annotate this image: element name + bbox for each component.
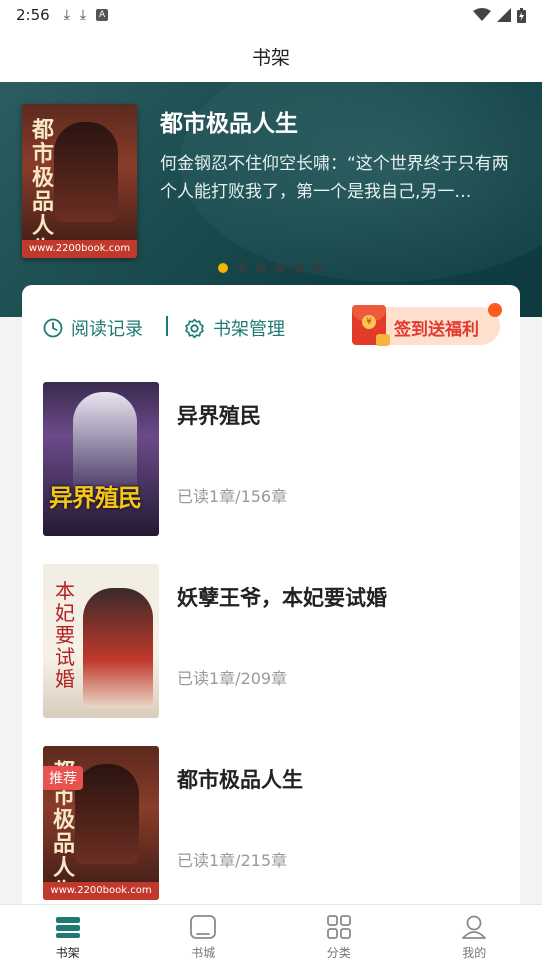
book-cover[interactable]: 本妃要试婚 <box>43 564 159 718</box>
book-item[interactable]: 都市极品人生 推荐 www.2200book.com 都市极品人生 已读1章/2… <box>43 746 503 900</box>
status-time: 2:56 <box>16 6 50 24</box>
cover-figure <box>83 588 153 708</box>
carousel-dot[interactable] <box>275 263 285 273</box>
cover-footer-url: www.2200book.com <box>22 240 137 258</box>
bookstore-icon <box>190 914 217 939</box>
nav-label: 书架 <box>55 945 80 960</box>
category-grid-icon <box>326 914 351 939</box>
reading-history-button[interactable]: 阅读记录 <box>43 315 143 341</box>
status-right <box>473 7 526 23</box>
signin-reward-button[interactable]: ¥ 签到送福利 <box>352 303 502 346</box>
book-progress: 已读1章/215章 <box>177 851 288 870</box>
gear-icon <box>185 318 204 338</box>
carousel-dots <box>218 263 323 273</box>
cover-title-text: 本妃要试婚 <box>55 579 75 691</box>
nav-label: 我的 <box>462 945 487 960</box>
nav-bookshelf[interactable]: 书架 <box>0 905 136 965</box>
cover-figure <box>73 392 137 492</box>
status-bar: 2:56 ⤓ ⤓ A <box>0 0 542 30</box>
recommend-badge: 推荐 <box>43 766 83 790</box>
nav-label: 书城 <box>191 945 216 960</box>
nav-label: 分类 <box>326 945 351 960</box>
banner-book-cover[interactable]: 都市极品人生 www.2200book.com <box>22 104 137 258</box>
download-icon: ⤓ <box>63 7 70 23</box>
cover-footer-url: www.2200book.com <box>43 882 159 900</box>
carousel-dot[interactable] <box>256 263 266 273</box>
featured-banner[interactable]: 都市极品人生 www.2200book.com 都市极品人生 何金钢忍不住仰空长… <box>0 82 542 317</box>
reading-history-label: 阅读记录 <box>71 319 143 340</box>
nav-category[interactable]: 分类 <box>271 905 407 965</box>
wifi-icon <box>473 8 491 21</box>
notification-a-icon: A <box>96 9 109 21</box>
book-title[interactable]: 都市极品人生 <box>177 764 303 794</box>
carousel-dot[interactable] <box>237 263 247 273</box>
banner-book-title[interactable]: 都市极品人生 <box>160 104 298 138</box>
signin-label: 签到送福利 <box>394 320 479 340</box>
action-divider <box>166 316 168 336</box>
book-progress: 已读1章/209章 <box>177 669 288 688</box>
bookshelf-icon <box>55 916 80 938</box>
banner-title-wrap: 都市极品人生 <box>160 104 298 138</box>
book-item[interactable]: 本妃要试婚 妖孽王爷，本妃要试婚 已读1章/209章 <box>43 564 503 718</box>
book-cover[interactable]: 异界殖民 <box>43 382 159 536</box>
nav-profile[interactable]: 我的 <box>407 905 542 965</box>
cover-figure <box>75 764 139 864</box>
banner-description: 何金钢忍不住仰空长啸：“这个世界终于只有两个人能打败我了，第一个是我自己,另一… <box>160 154 509 202</box>
battery-icon <box>517 7 526 23</box>
page-title: 书架 <box>251 46 290 69</box>
carousel-dot[interactable] <box>294 263 304 273</box>
cover-title-text: 异界殖民 <box>49 483 142 512</box>
coin-icon <box>376 334 390 346</box>
book-item[interactable]: 异界殖民 异界殖民 已读1章/156章 <box>43 382 503 536</box>
book-cover[interactable]: 都市极品人生 推荐 www.2200book.com <box>43 746 159 900</box>
bottom-nav: 书架 书城 分类 我的 <box>0 904 542 965</box>
bookshelf-card: 阅读记录 书架管理 ¥ 签到送福利 异界殖民 异界殖民 已读1章/156章 本妃… <box>22 285 520 925</box>
action-row: 阅读记录 书架管理 ¥ 签到送福利 <box>22 285 520 367</box>
profile-icon <box>462 915 487 939</box>
download-icon: ⤓ <box>79 7 87 23</box>
carousel-dot[interactable] <box>313 263 323 273</box>
notification-dot <box>488 303 502 317</box>
title-bar: 书架 <box>0 30 542 82</box>
clock-icon <box>43 318 63 338</box>
carousel-dot[interactable] <box>218 263 228 273</box>
red-packet-seal: ¥ <box>362 315 376 329</box>
book-title[interactable]: 异界殖民 <box>177 400 261 430</box>
shelf-manage-label: 书架管理 <box>213 319 285 340</box>
cover-title-text: 都市极品人生 <box>31 117 54 258</box>
book-progress: 已读1章/156章 <box>177 487 288 506</box>
signal-icon <box>497 8 511 22</box>
nav-bookstore[interactable]: 书城 <box>136 905 272 965</box>
cover-figure <box>54 122 118 222</box>
book-title[interactable]: 妖孽王爷，本妃要试婚 <box>177 582 387 612</box>
shelf-manage-button[interactable]: 书架管理 <box>184 315 285 341</box>
